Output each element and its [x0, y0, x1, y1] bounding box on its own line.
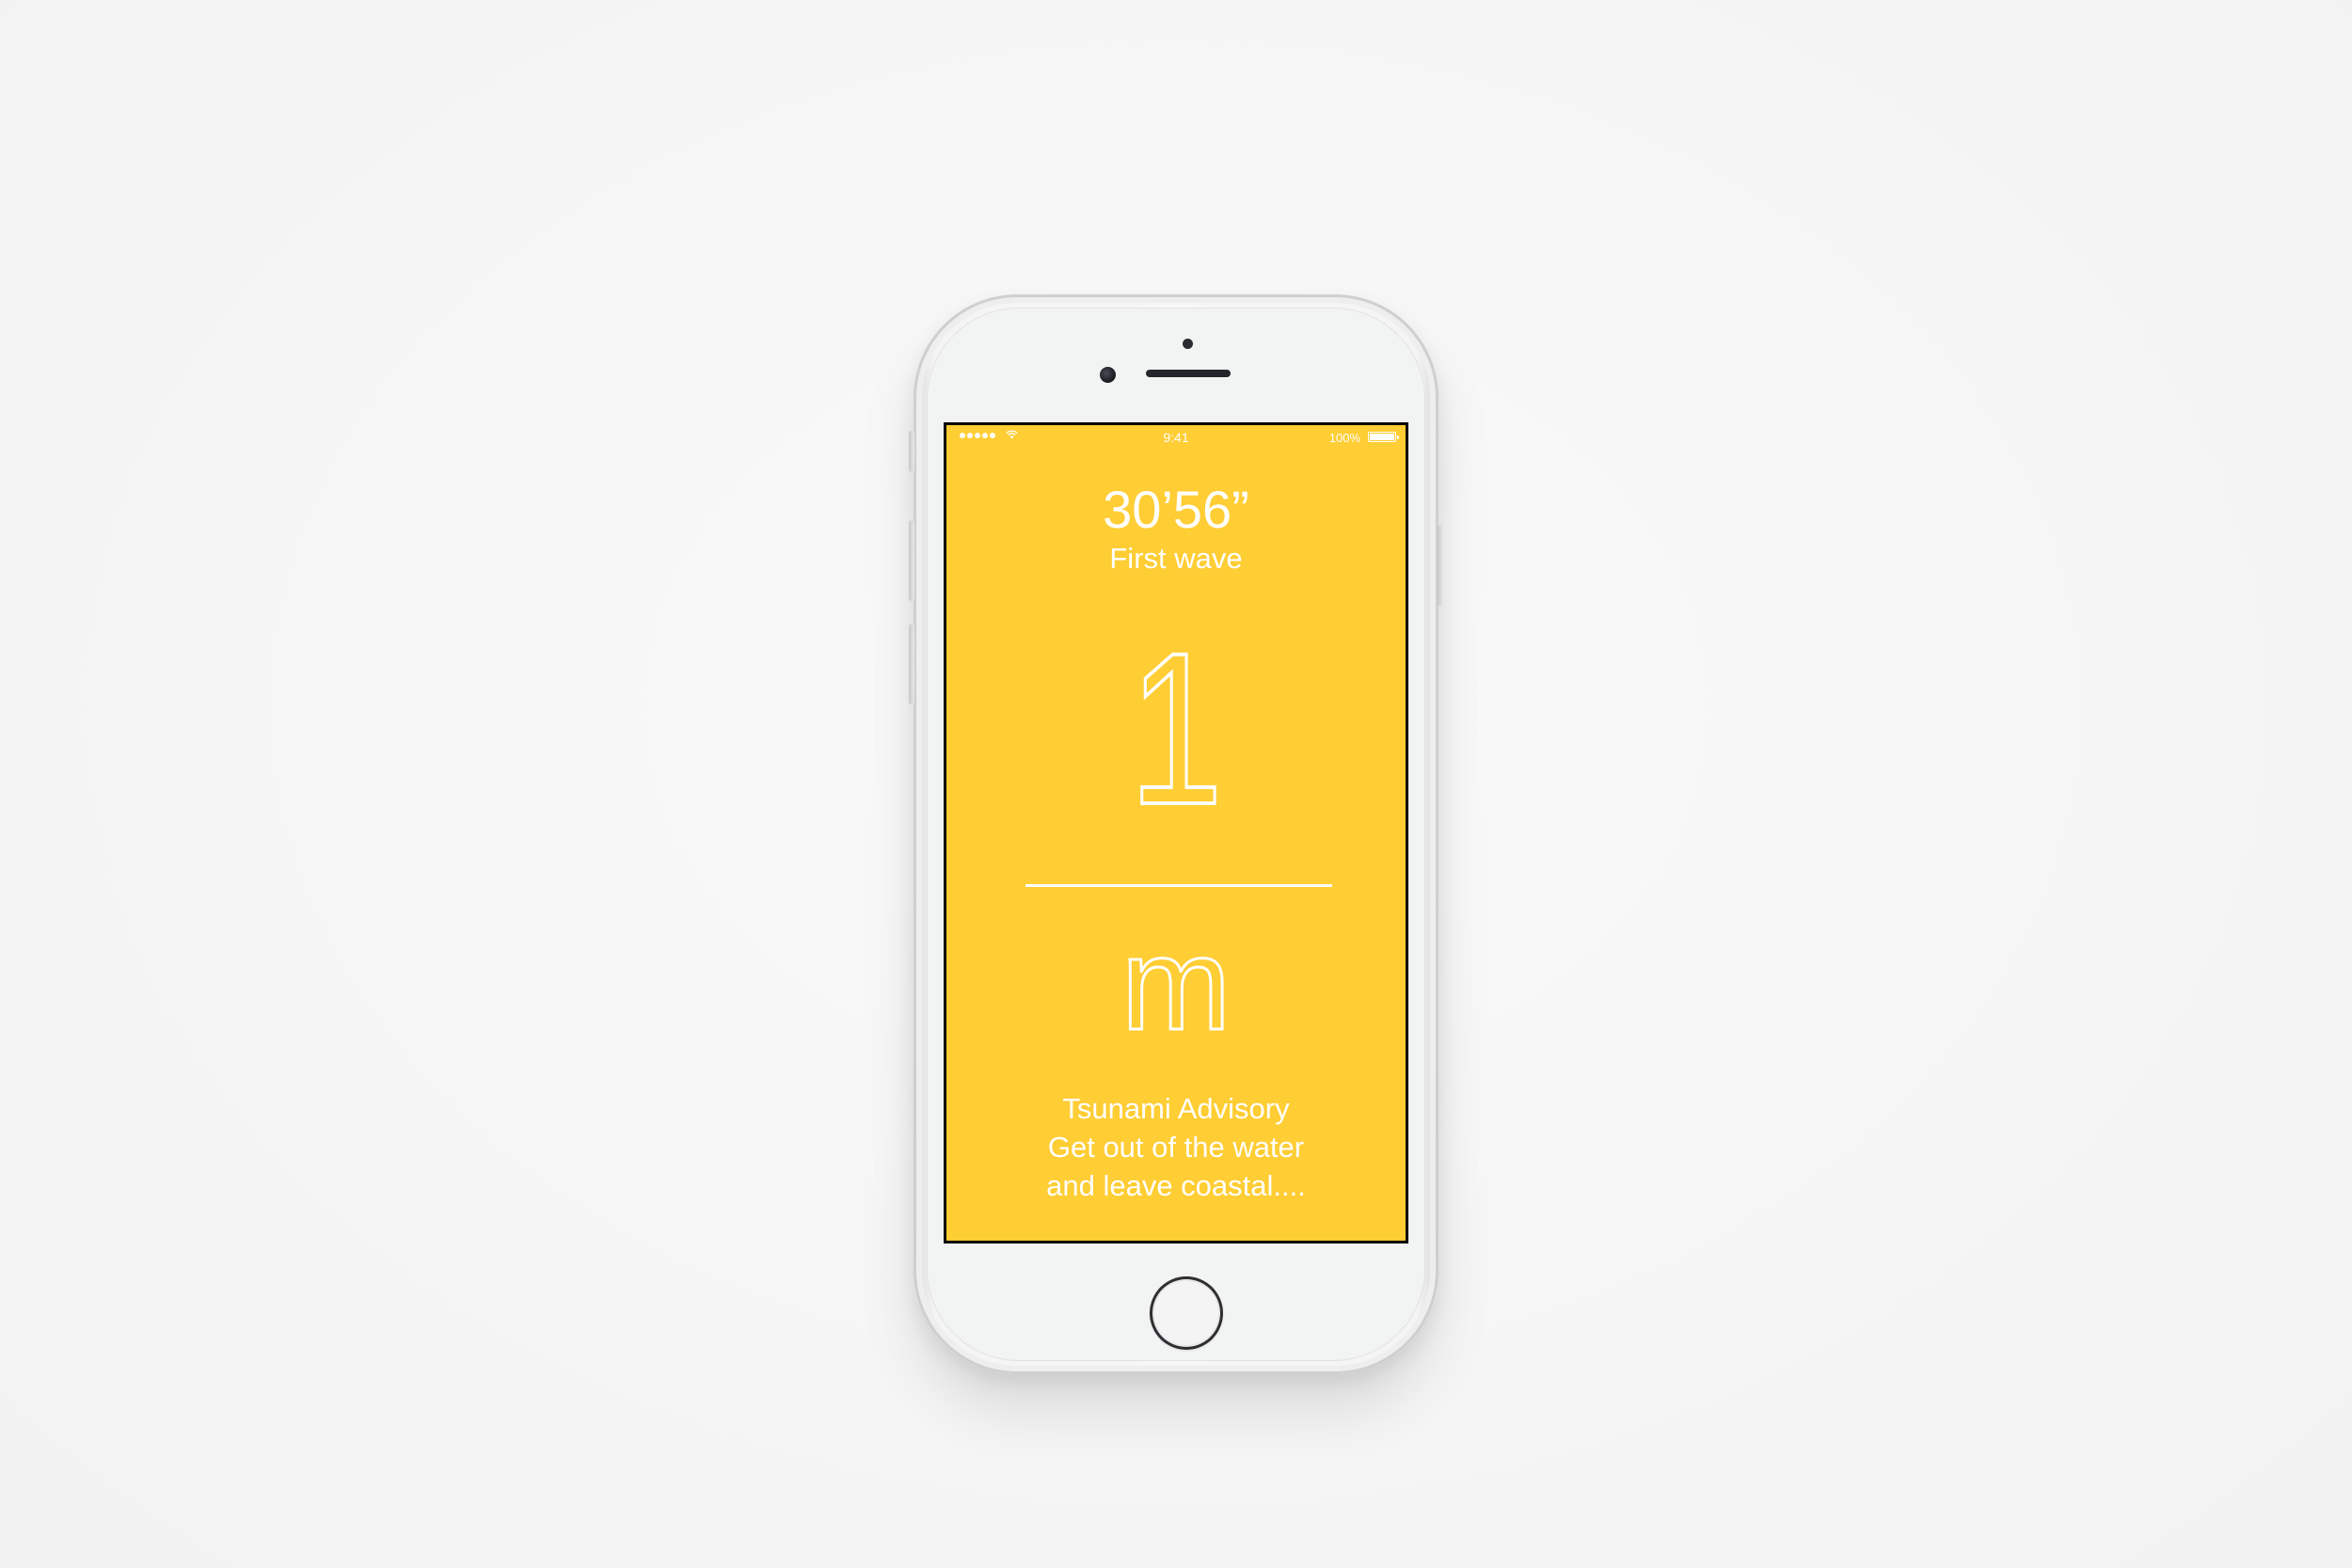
proximity-sensor	[1183, 339, 1193, 349]
wave-height-number: 1	[1128, 608, 1225, 849]
power-button	[1438, 525, 1443, 606]
advisory-message[interactable]: Tsunami Advisory Get out of the water an…	[946, 1089, 1406, 1205]
earpiece-speaker	[1146, 370, 1231, 377]
countdown-timer: 30’56”	[1103, 480, 1249, 539]
countdown-label: First wave	[1109, 542, 1243, 575]
wave-height-value: 1	[946, 608, 1406, 849]
battery-percentage: 100%	[1328, 431, 1360, 445]
mute-switch	[909, 431, 914, 472]
volume-up-button	[909, 520, 914, 601]
advisory-line-1: Get out of the water	[1047, 1131, 1305, 1164]
front-camera	[1100, 367, 1116, 383]
wave-height-unit: m	[1120, 910, 1232, 1057]
home-button[interactable]	[1150, 1276, 1223, 1350]
volume-down-button	[909, 624, 914, 705]
fraction-divider	[1025, 884, 1332, 887]
page-background: 9:41 100% 30’56” First wave 1 m Tsunami …	[0, 0, 2352, 1568]
battery-icon	[1368, 432, 1399, 442]
phone-screen: 9:41 100% 30’56” First wave 1 m Tsunami …	[944, 422, 1408, 1243]
advisory-line-2: and leave coastal....	[1046, 1169, 1306, 1202]
status-bar: 9:41 100%	[946, 425, 1406, 450]
app-display: 9:41 100% 30’56” First wave 1 m Tsunami …	[946, 425, 1406, 1241]
advisory-title: Tsunami Advisory	[1062, 1092, 1290, 1125]
